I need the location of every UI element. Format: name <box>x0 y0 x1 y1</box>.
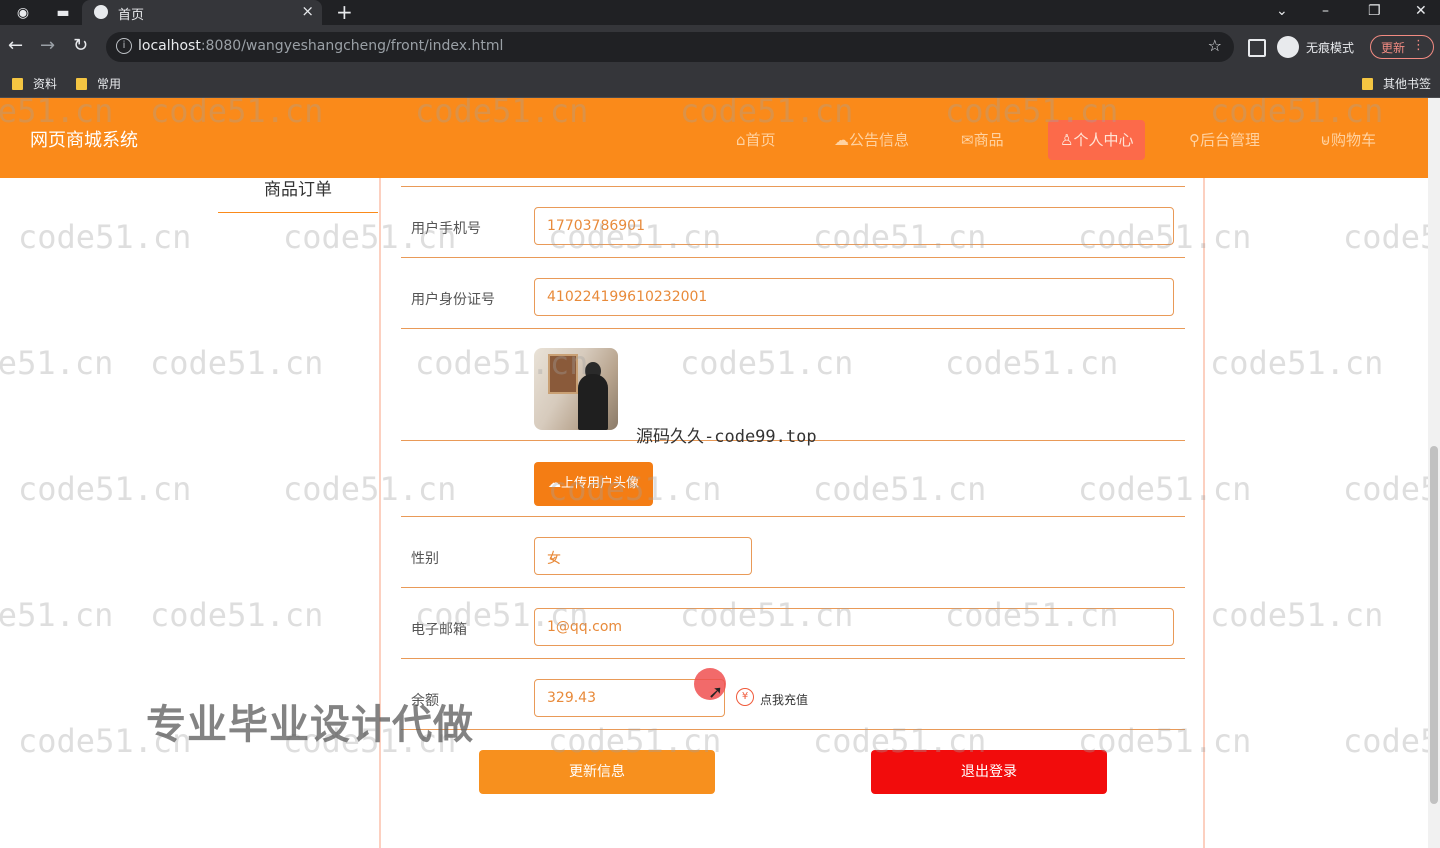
info-icon[interactable]: i <box>116 38 132 54</box>
chevron-down-icon: ⌄ <box>547 548 559 564</box>
watermark: code51.cn <box>150 344 324 382</box>
browser-toolbar: ← → ↻ i localhost:8080/wangyeshangcheng/… <box>0 25 1440 69</box>
mouse-cursor-icon: ➚ <box>708 682 724 703</box>
menu-dots-icon: ⋮ <box>1412 38 1425 53</box>
nav-personal-center[interactable]: ♙个人中心 <box>1048 120 1146 160</box>
address-bar[interactable]: i localhost:8080/wangyeshangcheng/front/… <box>106 32 1234 62</box>
source-watermark: 源码久久-code99.top <box>636 427 817 447</box>
browser-tab[interactable]: 首页 × <box>82 0 322 25</box>
divider <box>401 328 1185 329</box>
site-header: 网页商城系统 ⌂首页 ☁公告信息 ✉商品 ♙个人中心 ⚲后台管理 ⊌购物车 <box>0 98 1428 178</box>
watermark: code51.cn <box>18 218 192 256</box>
folder-icon <box>76 78 87 90</box>
divider <box>401 257 1185 258</box>
bookmark-star-icon[interactable]: ☆ <box>1208 36 1222 55</box>
new-tab-icon[interactable]: + <box>336 0 353 24</box>
email-label: 电子邮箱 <box>411 622 467 638</box>
tab-title: 首页 <box>118 8 145 23</box>
chevron-down-icon[interactable]: ⌄ <box>1276 0 1288 22</box>
divider <box>401 587 1185 588</box>
update-info-button[interactable]: 更新信息 <box>479 750 715 794</box>
divider <box>401 516 1185 517</box>
bookmarks-bar: 资料 常用 其他书签 <box>0 69 1440 98</box>
browser-logo-icon[interactable]: ◉ <box>14 4 32 22</box>
folder-icon <box>1362 78 1373 90</box>
user-avatar <box>534 348 618 430</box>
scrollbar-thumb[interactable] <box>1430 446 1438 804</box>
sidebar-item-orders[interactable]: 商品订单 <box>218 178 378 213</box>
watermark: code51.cn <box>1210 344 1384 382</box>
logout-button[interactable]: 退出登录 <box>871 750 1107 794</box>
nav-cart[interactable]: ⊌购物车 <box>1308 120 1388 160</box>
nav-goods[interactable]: ✉商品 <box>949 120 1016 160</box>
bookmark-folder-other[interactable]: 其他书签 <box>1362 75 1431 92</box>
bookmark-folder-resources[interactable]: 资料 <box>12 75 57 92</box>
divider <box>401 658 1185 659</box>
reload-icon[interactable]: ↻ <box>73 35 88 57</box>
minimize-icon[interactable]: – <box>1322 0 1329 22</box>
url-text: localhost:8080/wangyeshangcheng/front/in… <box>138 38 504 54</box>
restore-icon[interactable]: ❐ <box>1368 0 1381 22</box>
email-field[interactable]: 1@qq.com <box>534 608 1174 646</box>
browser-tab-bar: ◉ ▬ 首页 × + ⌄ – ❐ ✕ <box>0 0 1440 25</box>
cloud-upload-icon: ☁ <box>547 476 561 491</box>
watermark: code51.cn <box>1210 596 1384 634</box>
update-label: 更新 <box>1381 41 1406 55</box>
watermark: code51.cn <box>150 596 324 634</box>
incognito-icon[interactable] <box>1277 36 1299 58</box>
profile-form: 用户手机号 17703786901 用户身份证号 410224199610232… <box>379 178 1205 848</box>
side-panel-icon[interactable] <box>1248 39 1266 57</box>
forward-icon[interactable]: → <box>40 35 55 57</box>
promo-overlay-text: 专业毕业设计代做 <box>146 702 474 748</box>
globe-icon <box>94 5 108 19</box>
nav-home[interactable]: ⌂首页 <box>724 120 788 160</box>
watermark: code51.cn <box>1343 218 1440 256</box>
nav-admin[interactable]: ⚲后台管理 <box>1177 120 1272 160</box>
idcard-label: 用户身份证号 <box>411 292 495 308</box>
divider <box>401 186 1185 187</box>
phone-field[interactable]: 17703786901 <box>534 207 1174 245</box>
watermark: code51.cn <box>1343 722 1440 760</box>
upload-avatar-button[interactable]: ☁上传用户头像 <box>534 462 653 506</box>
watermark: code51.cn <box>0 344 114 382</box>
bookmark-folder-common[interactable]: 常用 <box>76 75 121 92</box>
watermark: code51.cn <box>0 596 114 634</box>
idcard-field[interactable]: 410224199610232001 <box>534 278 1174 316</box>
page-viewport: 网页商城系统 ⌂首页 ☁公告信息 ✉商品 ♙个人中心 ⚲后台管理 ⊌购物车 商品… <box>0 98 1440 848</box>
folder-icon <box>12 78 23 90</box>
close-window-icon[interactable]: ✕ <box>1415 0 1427 22</box>
gender-select[interactable]: 女 ⌄ <box>534 537 752 575</box>
update-button[interactable]: 更新 ⋮ <box>1370 35 1434 59</box>
divider <box>401 729 1185 730</box>
page-scrollbar[interactable] <box>1428 98 1440 848</box>
site-title: 网页商城系统 <box>30 130 138 151</box>
phone-label: 用户手机号 <box>411 221 481 237</box>
close-icon[interactable]: × <box>301 2 314 20</box>
recharge-link[interactable]: 点我充值 <box>760 691 808 708</box>
watermark: code51.cn <box>18 470 192 508</box>
nav-announcements[interactable]: ☁公告信息 <box>822 120 921 160</box>
gender-label: 性别 <box>411 551 439 567</box>
yen-icon[interactable]: ¥ <box>736 688 754 706</box>
tab-list-icon[interactable]: ▬ <box>54 4 72 22</box>
incognito-label: 无痕模式 <box>1306 41 1355 55</box>
watermark: code51.cn <box>1343 470 1440 508</box>
back-icon[interactable]: ← <box>8 35 23 57</box>
